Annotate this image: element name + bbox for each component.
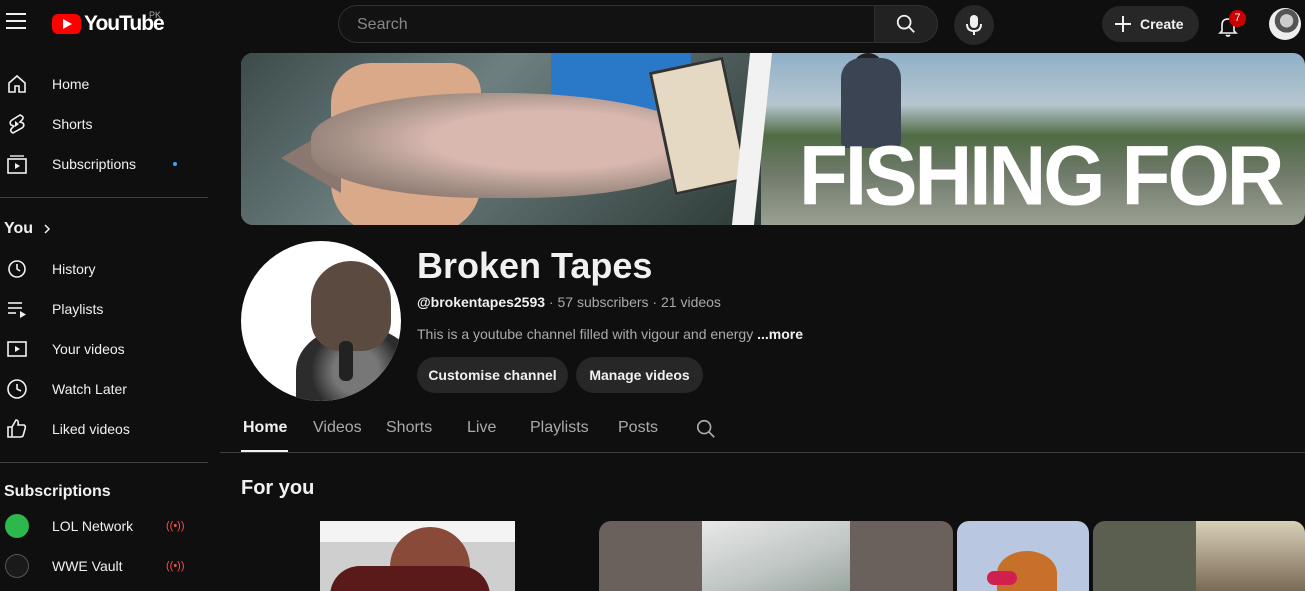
sidebar-item-home[interactable]: Home [0, 64, 208, 104]
sidebar-item-label: LOL Network [52, 518, 134, 534]
sidebar-item-label: Your videos [52, 341, 125, 357]
plus-icon [1115, 16, 1131, 32]
country-code: PK [149, 10, 162, 20]
customise-channel-button[interactable]: Customise channel [417, 357, 568, 393]
sidebar-item-label: History [52, 261, 96, 277]
channel-avatar [5, 514, 29, 538]
banner-fish [311, 93, 711, 198]
subscriptions-title: Subscriptions [4, 483, 111, 500]
sidebar-item-label: WWE Vault [52, 558, 123, 574]
manage-videos-button[interactable]: Manage videos [576, 357, 703, 393]
tab-live[interactable]: Live [467, 419, 496, 437]
thumbnail-image [1196, 521, 1305, 591]
microphone-icon [966, 15, 982, 35]
liked-videos-icon [7, 419, 27, 438]
channel-banner: FISHING FOR [241, 53, 1305, 225]
create-label: Create [1140, 16, 1184, 32]
tab-playlists[interactable]: Playlists [530, 419, 589, 437]
channel-handle: @brokentapes2593 [417, 294, 546, 310]
avatar-microphone [339, 341, 353, 381]
tab-home[interactable]: Home [243, 419, 287, 437]
subscription-lol-network[interactable]: LOL Network ((•)) [0, 506, 208, 546]
search-box [338, 5, 874, 43]
account-avatar[interactable] [1269, 8, 1301, 40]
video-thumbnail[interactable] [599, 521, 953, 591]
history-icon [8, 260, 26, 278]
search-button[interactable] [874, 5, 938, 43]
create-button[interactable]: Create [1102, 6, 1199, 42]
sidebar-item-history[interactable]: History [0, 249, 208, 289]
youtube-play-icon [52, 14, 81, 34]
youtube-logo[interactable]: YouTube [52, 12, 165, 35]
top-bar: YouTube PK Create 7 [0, 0, 1305, 50]
subscriptions-icon [7, 155, 27, 174]
sidebar-divider [0, 462, 208, 463]
channel-search-icon[interactable] [695, 418, 717, 440]
channel-avatar [5, 554, 29, 578]
tab-posts[interactable]: Posts [618, 419, 658, 437]
playlists-icon [8, 302, 26, 318]
your-videos-icon [7, 341, 27, 357]
video-thumbnail[interactable] [957, 521, 1089, 591]
new-content-dot [173, 162, 177, 166]
sidebar-item-label: Subscriptions [52, 156, 137, 172]
sidebar-you-header[interactable]: You [0, 209, 208, 249]
channel-meta: @brokentapes2593 · 57 subscribers · 21 v… [417, 294, 721, 310]
tab-videos[interactable]: Videos [313, 419, 362, 437]
meta-separator: · [545, 294, 558, 310]
video-count: 21 videos [661, 294, 721, 310]
sidebar-item-label: Playlists [52, 301, 104, 317]
thumbnail-image [320, 521, 515, 591]
tabs-divider [220, 452, 1305, 453]
notification-badge: 7 [1229, 10, 1246, 27]
search-icon [896, 14, 915, 33]
live-icon: ((•)) [166, 560, 185, 572]
sidebar: Home Shorts Subscriptions You History Pl… [0, 56, 210, 587]
sidebar-item-label: Shorts [52, 116, 93, 132]
sidebar-item-label: Liked videos [52, 421, 130, 437]
banner-text: FISHING FOR [799, 128, 1285, 223]
sidebar-item-liked-videos[interactable]: Liked videos [0, 409, 208, 449]
sidebar-item-subscriptions[interactable]: Subscriptions [0, 144, 208, 184]
for-you-title: For you [241, 477, 315, 499]
channel-avatar-large[interactable] [241, 241, 401, 401]
channel-name: Broken Tapes [417, 245, 653, 286]
channel-description: This is a youtube channel filled with vi… [417, 326, 803, 342]
home-icon [8, 74, 26, 93]
you-title: You [4, 220, 34, 237]
sidebar-item-label: Watch Later [52, 381, 127, 397]
sidebar-item-label: Home [52, 76, 90, 92]
thumbnail-image [702, 521, 850, 591]
subscriber-count: 57 subscribers [557, 294, 649, 310]
sidebar-divider [0, 197, 208, 198]
more-link[interactable]: ...more [757, 326, 803, 342]
video-thumbnail[interactable] [1093, 521, 1305, 591]
shorts-icon [9, 114, 25, 134]
thumbnail-goggles [987, 571, 1017, 585]
sidebar-item-your-videos[interactable]: Your videos [0, 329, 208, 369]
watch-later-icon [7, 379, 27, 399]
thumbnail-shoulders [330, 566, 490, 591]
tab-shorts[interactable]: Shorts [386, 419, 432, 437]
sidebar-item-playlists[interactable]: Playlists [0, 289, 208, 329]
avatar-face [311, 261, 391, 351]
video-thumbnail[interactable] [241, 521, 591, 591]
voice-search-button[interactable] [954, 5, 994, 45]
subscription-wwe-vault[interactable]: WWE Vault ((•)) [0, 546, 208, 586]
meta-separator: · [648, 294, 661, 310]
live-icon: ((•)) [166, 520, 185, 532]
chevron-right-icon [44, 224, 51, 234]
menu-icon[interactable] [6, 13, 26, 29]
sidebar-item-watch-later[interactable]: Watch Later [0, 369, 208, 409]
description-text: This is a youtube channel filled with vi… [417, 326, 758, 342]
search-input[interactable] [355, 15, 859, 35]
sidebar-item-shorts[interactable]: Shorts [0, 104, 208, 144]
